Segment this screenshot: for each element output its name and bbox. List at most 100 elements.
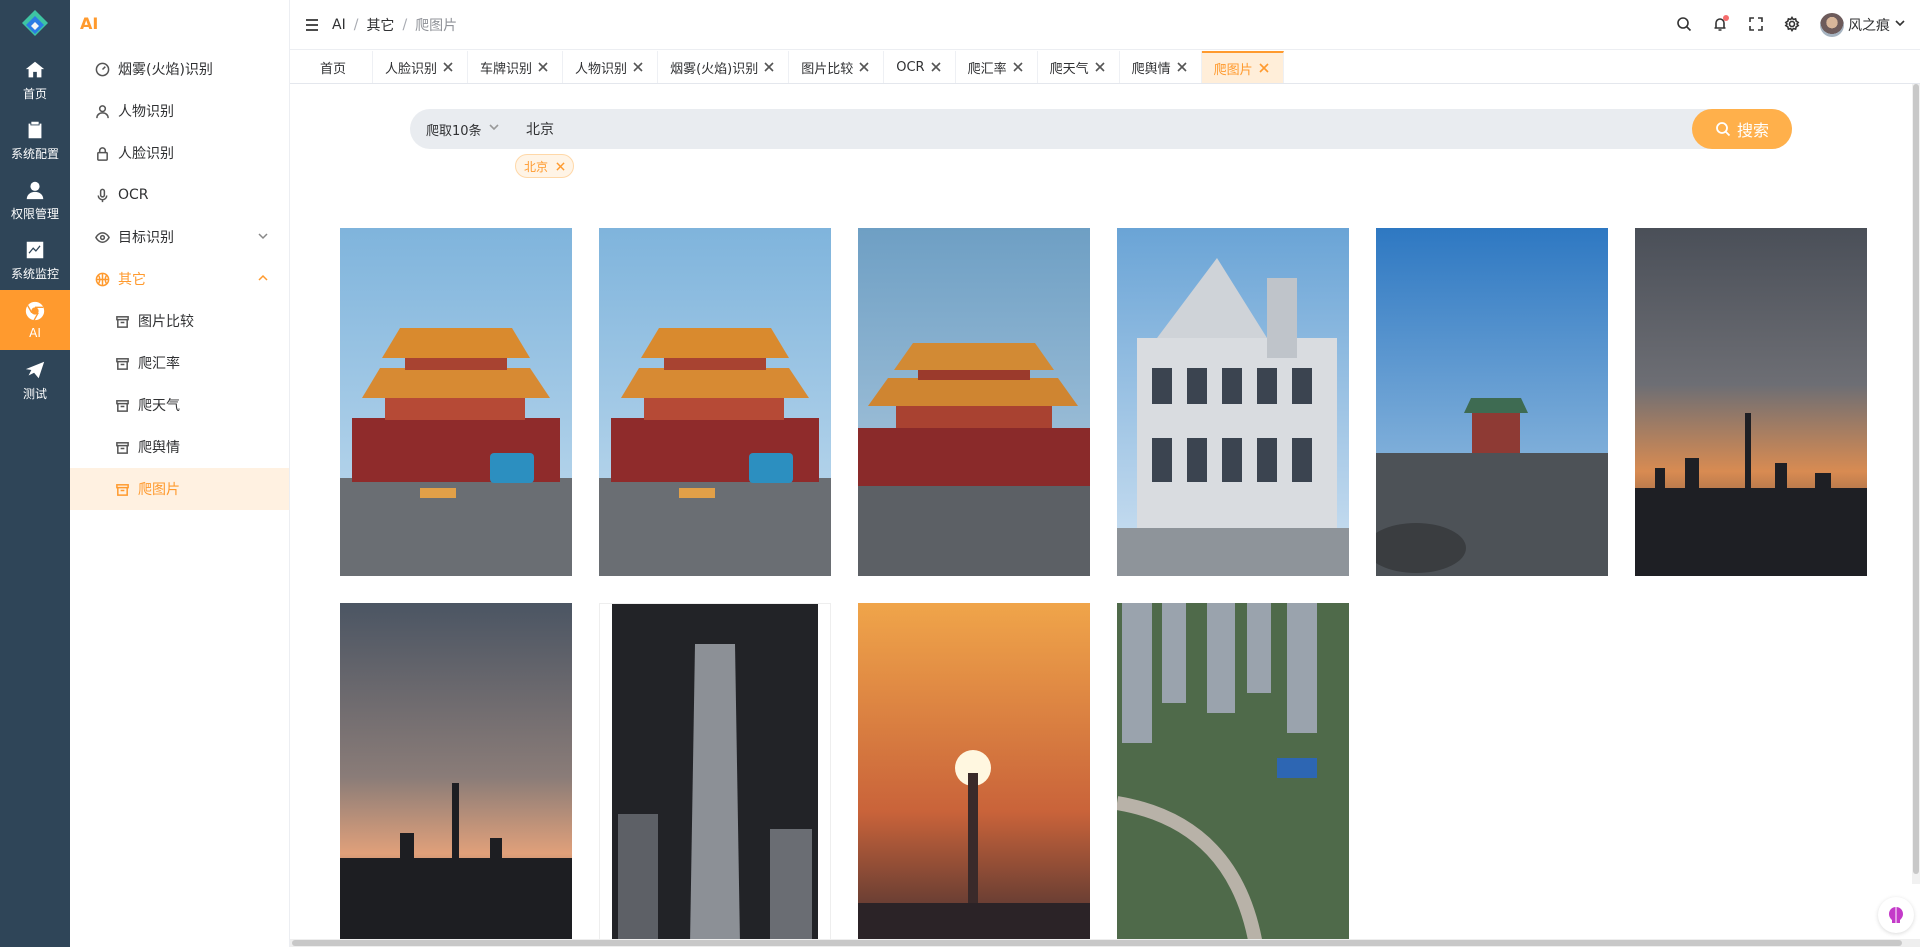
rail-item-monitor[interactable]: 系统监控 [0, 230, 70, 290]
menu-item-other[interactable]: 其它 [70, 258, 289, 300]
search-button[interactable]: 搜索 [1692, 109, 1792, 149]
image-item[interactable] [858, 228, 1090, 576]
rail-item-ai[interactable]: AI [0, 290, 70, 350]
search-input[interactable] [520, 121, 1620, 137]
gauge-icon [95, 62, 109, 76]
breadcrumb-item[interactable]: AI [332, 17, 346, 33]
menu-item-public-opinion[interactable]: 爬舆情 [70, 426, 289, 468]
rail-item-test[interactable]: 测试 [0, 350, 70, 410]
menu-item-crawl-images[interactable]: 爬图片 [70, 468, 289, 510]
user-name: 风之痕 [1848, 18, 1890, 34]
chevron-down-icon [488, 124, 499, 131]
menu-item-weather[interactable]: 爬天气 [70, 384, 289, 426]
search-bar: 爬取10条 搜索 [410, 109, 1792, 149]
horizontal-scrollbar[interactable] [290, 939, 1920, 947]
menu-toggle-icon[interactable] [304, 17, 320, 33]
bell-icon[interactable] [1712, 15, 1730, 34]
lock-icon [96, 146, 108, 161]
skyscraper-night-image [600, 604, 830, 947]
city-aerial-image [1117, 603, 1349, 947]
logo-icon [22, 10, 48, 36]
keyword-tag: 北京 [515, 154, 575, 178]
image-item[interactable] [1117, 603, 1349, 947]
menu-item-ocr[interactable]: OCR [70, 174, 289, 216]
search-icon[interactable] [1676, 16, 1694, 34]
breadcrumb-item[interactable]: 其它 [366, 15, 394, 35]
close-icon[interactable] [859, 61, 871, 73]
tab-item[interactable]: 爬舆情 [1120, 51, 1202, 83]
gate-tower-image [1376, 228, 1608, 576]
tab-item[interactable]: 爬图片 [1201, 51, 1284, 83]
close-icon[interactable] [931, 61, 943, 73]
chevron-down-icon [258, 233, 268, 240]
close-icon[interactable] [556, 161, 565, 171]
image-item[interactable] [1635, 228, 1867, 576]
top-header: AI / 其它 / 爬图片 风之痕 [290, 0, 1920, 50]
tab-item[interactable]: 人脸识别 [373, 51, 469, 83]
chevron-down-icon [1895, 20, 1905, 27]
eye-icon [94, 231, 110, 243]
sub-menu: AI 烟雾(火焰)识别 人物识别 人脸识别 OCR 目标识别 其它 图片比较 爬… [70, 0, 290, 947]
count-select[interactable]: 爬取10条 [410, 120, 520, 139]
breadcrumb: AI / 其它 / 爬图片 [332, 15, 458, 35]
menu-item-face[interactable]: 人脸识别 [70, 132, 289, 174]
rail-item-home[interactable]: 首页 [0, 50, 70, 110]
close-icon[interactable] [1177, 61, 1189, 73]
clipboard-icon [28, 121, 42, 138]
rail-item-system-config[interactable]: 系统配置 [0, 110, 70, 170]
avatar [1820, 13, 1844, 37]
menu-item-person[interactable]: 人物识别 [70, 90, 289, 132]
send-icon [25, 361, 45, 378]
tiananmen-image [340, 228, 572, 576]
box-icon [115, 399, 129, 412]
user-icon [26, 181, 44, 199]
vertical-scrollbar[interactable] [1912, 84, 1920, 884]
gear-icon[interactable] [1784, 16, 1802, 34]
search-icon [1716, 122, 1731, 137]
tab-item[interactable]: OCR [884, 51, 956, 83]
box-icon [115, 357, 129, 370]
fullscreen-icon[interactable] [1748, 16, 1766, 34]
city-sunset-image [340, 603, 572, 947]
close-icon[interactable] [1095, 61, 1107, 73]
menu-item-exchange-rate[interactable]: 爬汇率 [70, 342, 289, 384]
image-item[interactable] [858, 603, 1090, 947]
image-item[interactable] [340, 228, 572, 576]
mic-icon [97, 188, 107, 202]
close-icon[interactable] [764, 61, 776, 73]
station-image [1117, 228, 1349, 576]
chart-icon [26, 241, 44, 258]
basketball-icon [95, 272, 109, 286]
tab-item[interactable]: 爬天气 [1038, 51, 1120, 83]
menu-item-image-compare[interactable]: 图片比较 [70, 300, 289, 342]
app-logo [0, 0, 70, 50]
image-item[interactable] [1117, 228, 1349, 576]
close-icon[interactable] [1259, 62, 1271, 74]
tab-item[interactable]: 烟雾(火焰)识别 [658, 51, 790, 83]
image-item[interactable] [1376, 228, 1608, 576]
sunset-tower-image [858, 603, 1090, 947]
tiananmen-image [858, 228, 1090, 576]
rail-item-permissions[interactable]: 权限管理 [0, 170, 70, 230]
city-sunset-image [1635, 228, 1867, 576]
menu-item-smoke[interactable]: 烟雾(火焰)识别 [70, 48, 289, 90]
user-outline-icon [95, 104, 109, 118]
close-icon[interactable] [538, 61, 550, 73]
tab-item[interactable]: 车牌识别 [468, 51, 564, 83]
tab-item[interactable]: 人物识别 [563, 51, 659, 83]
assistant-icon[interactable] [1878, 897, 1914, 933]
image-item[interactable] [599, 603, 831, 947]
tab-item[interactable]: 首页 [290, 51, 374, 83]
image-item[interactable] [599, 228, 831, 576]
image-item[interactable] [340, 603, 572, 947]
user-menu[interactable]: 风之痕 [1820, 13, 1906, 37]
close-icon[interactable] [1013, 61, 1025, 73]
tab-item[interactable]: 爬汇率 [956, 51, 1038, 83]
tab-item[interactable]: 图片比较 [789, 51, 885, 83]
breadcrumb-current: 爬图片 [415, 17, 458, 34]
close-icon[interactable] [443, 61, 455, 73]
close-icon[interactable] [633, 61, 645, 73]
menu-item-target[interactable]: 目标识别 [70, 216, 289, 258]
tab-bar: 首页 人脸识别 车牌识别 人物识别 烟雾(火焰)识别 图片比较 OCR 爬汇率 爬天气 爬舆情 爬图… [290, 50, 1920, 84]
tiananmen-image [599, 228, 831, 576]
